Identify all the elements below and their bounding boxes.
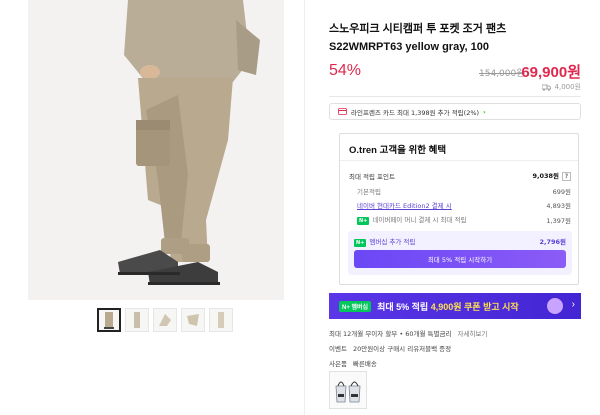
divider xyxy=(329,96,581,97)
npay-badge-icon: N+ xyxy=(357,217,370,225)
divider xyxy=(340,160,578,161)
max-points-amount: 9,038원 xyxy=(532,172,559,180)
membership-label-wrap: N+ 멤버십 추가 적립 xyxy=(354,236,415,247)
card-benefit-banner[interactable]: 라인프렌즈 카드 최대 1,398원 추가 적립(2%) › xyxy=(329,103,581,120)
promo-text-prefix: 최대 5% 적립 xyxy=(377,301,431,312)
card-points-row: 네이버 현대카드 Edition2 결제 시 4,893원 xyxy=(349,200,571,210)
max-points-value: 9,038원? xyxy=(532,170,571,181)
discount-rate: 54% xyxy=(329,62,362,79)
product-title: 스노우피크 시티캠퍼 투 포켓 조거 팬츠 S22WMRPT63 yellow … xyxy=(329,23,507,53)
thumbnail-2[interactable] xyxy=(125,308,149,332)
thumbnail-strip xyxy=(97,308,233,332)
basic-points-value: 699원 xyxy=(552,188,571,196)
product-gallery xyxy=(0,0,305,415)
shipping-fee: 4,000원 xyxy=(541,82,581,92)
sale-price: 69,900원 xyxy=(521,64,581,81)
membership-row: N+ 멤버십 추가 적립 2,796원 xyxy=(354,236,566,247)
promo-text: 최대 5% 적립 4,900원 쿠폰 받고 시작 xyxy=(377,300,519,313)
card-icon xyxy=(338,108,347,115)
promo-text-highlight: 4,900원 쿠폰 받고 시작 xyxy=(430,301,519,312)
card-benefit-text: 라인프렌즈 카드 최대 1,398원 추가 적립(2%) xyxy=(351,108,480,117)
membership-badge: N+ 멤버십 xyxy=(339,300,372,312)
chevron-right-icon: › xyxy=(483,107,486,116)
membership-panel: N+ 멤버십 추가 적립 2,796원 최대 5% 적립 시작하기 xyxy=(348,231,572,275)
help-icon[interactable]: ? xyxy=(562,172,571,181)
benefit-box: O.tren 고객을 위한 혜택 최대 적립 포인트 9,038원? 기본적립 … xyxy=(339,133,579,285)
shipping-fee-value: 4,000원 xyxy=(554,83,581,91)
npay-points-value: 1,397원 xyxy=(546,216,571,225)
membership-label: 멤버십 추가 적립 xyxy=(369,238,416,246)
gift-image[interactable] xyxy=(329,371,367,409)
membership-promo-banner[interactable]: N+ 멤버십 최대 5% 적립 4,900원 쿠폰 받고 시작 › xyxy=(329,293,581,319)
npay-points-label: 네이버페이 머니 결제 시 최대 적립 xyxy=(372,216,467,224)
membership-value: 2,796원 xyxy=(539,238,566,246)
thumbnail-3[interactable] xyxy=(153,308,177,332)
membership-start-button[interactable]: 최대 5% 적립 시작하기 xyxy=(354,250,566,268)
thumbnail-5[interactable] xyxy=(209,308,233,332)
npay-points-label-wrap[interactable]: N+ 네이버페이 머니 결제 시 최대 적립 xyxy=(349,214,466,225)
original-price: 154,000원 xyxy=(479,69,525,79)
basic-points-label: 기본적립 xyxy=(357,188,381,196)
card-points-value: 4,893원 xyxy=(546,202,571,210)
npay-points-row: N+ 네이버페이 머니 결제 시 최대 적립 1,397원 xyxy=(349,214,571,225)
installment-more-link[interactable]: 자세히보기 xyxy=(457,328,487,338)
benefit-title: O.tren 고객을 위한 혜택 xyxy=(349,145,447,156)
max-points-row: 최대 적립 포인트 9,038원? xyxy=(349,170,571,181)
gift-icon xyxy=(547,298,563,314)
gift-row: 사은품 빠른배송 xyxy=(329,358,377,368)
card-points-link[interactable]: 네이버 현대카드 Edition2 결제 시 xyxy=(349,200,452,210)
product-info-panel: 스노우피크 시티캠퍼 투 포켓 조거 팬츠 S22WMRPT63 yellow … xyxy=(329,0,581,415)
gift-text: 빠른배송 xyxy=(352,360,377,368)
basic-points-row: 기본적립 699원 xyxy=(349,186,571,196)
thumbnail-4[interactable] xyxy=(181,308,205,332)
main-product-image[interactable] xyxy=(28,0,284,300)
installment-text: 최대 12개월 무이자 할부 • 60개월 특별금리 xyxy=(329,330,452,338)
event-label: 이벤트 xyxy=(329,345,347,353)
chevron-right-icon: › xyxy=(571,299,575,310)
installment-row: 최대 12개월 무이자 할부 • 60개월 특별금리 자세히보기 xyxy=(329,328,487,338)
thumbnail-1[interactable] xyxy=(97,308,121,332)
membership-badge-icon: N+ xyxy=(354,239,367,247)
event-row: 이벤트 20만원이상 구매시 리유저블백 증정 xyxy=(329,343,451,353)
event-text: 20만원이상 구매시 리유저블백 증정 xyxy=(352,345,452,353)
gift-label: 사은품 xyxy=(329,360,347,368)
truck-icon xyxy=(541,84,551,91)
max-points-label: 최대 적립 포인트 xyxy=(349,172,395,181)
